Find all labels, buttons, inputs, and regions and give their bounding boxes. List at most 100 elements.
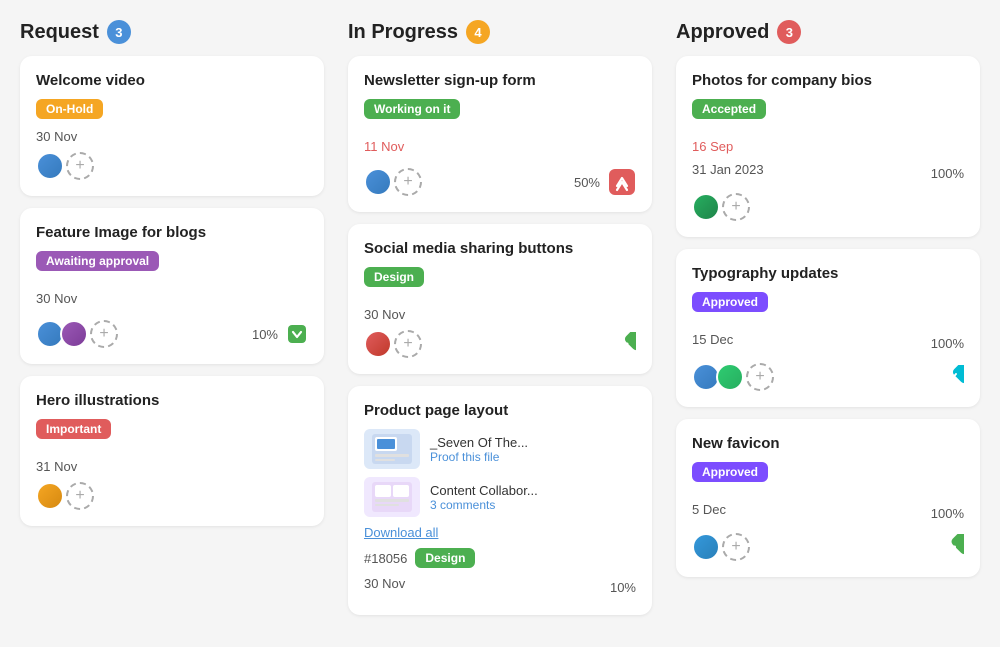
tag-important: Important <box>36 419 111 439</box>
card-date: 30 Nov <box>36 291 308 306</box>
card-date: 30 Nov <box>364 307 636 322</box>
card-footer: 30 Nov 10% <box>364 576 636 599</box>
card-title: Product page layout <box>364 402 636 419</box>
card-date: 30 Nov <box>36 129 308 144</box>
thumb-image <box>372 482 412 512</box>
avatar-group: + <box>692 363 774 391</box>
add-avatar-button[interactable]: + <box>394 168 422 196</box>
avatar-group: + <box>364 330 422 358</box>
percent: 50% <box>574 175 600 190</box>
avatar-group: + <box>36 482 94 510</box>
comments-link[interactable]: 3 comments <box>430 498 636 512</box>
diamond-dots-icon <box>612 332 636 356</box>
column-approved: Approved 3 Photos for company bios Accep… <box>676 20 980 627</box>
avatar <box>60 320 88 348</box>
card-date: 31 Nov <box>36 459 308 474</box>
add-avatar-button[interactable]: + <box>90 320 118 348</box>
column-header-in-progress: In Progress 4 <box>348 20 652 44</box>
add-avatar-button[interactable]: + <box>746 363 774 391</box>
card-typography: Typography updates Approved 15 Dec 100% … <box>676 249 980 407</box>
column-title-request: Request <box>20 21 99 44</box>
card-footer-inner: + 10% <box>36 320 308 348</box>
thumb-image <box>372 434 412 464</box>
avatar <box>364 168 392 196</box>
card-date: 5 Dec <box>692 502 726 517</box>
card-date: 30 Nov <box>364 576 405 591</box>
download-all-link[interactable]: Download all <box>364 525 636 540</box>
card-date: 15 Dec <box>692 332 733 347</box>
tag-working: Working on it <box>364 99 460 119</box>
card-welcome-video: Welcome video On-Hold 30 Nov + <box>20 56 324 196</box>
card-footer: + <box>36 482 308 510</box>
attachment-item: _Seven Of The... Proof this file <box>364 429 636 469</box>
card-photos-company: Photos for company bios Accepted 16 Sep … <box>676 56 980 237</box>
card-title: Newsletter sign-up form <box>364 72 636 89</box>
card-title: Welcome video <box>36 72 308 89</box>
attachment-name: Content Collabor... <box>430 483 636 498</box>
card-date-red: 16 Sep <box>692 139 964 154</box>
card-title: Hero illustrations <box>36 392 308 409</box>
add-avatar-button[interactable]: + <box>722 193 750 221</box>
avatar <box>716 363 744 391</box>
column-in-progress: In Progress 4 Newsletter sign-up form Wo… <box>348 20 652 627</box>
add-avatar-button[interactable]: + <box>722 533 750 561</box>
column-request: Request 3 Welcome video On-Hold 30 Nov +… <box>20 20 324 627</box>
tag-awaiting: Awaiting approval <box>36 251 159 271</box>
card-footer: + <box>36 152 308 180</box>
column-header-approved: Approved 3 <box>676 20 980 44</box>
date-percent-row: 5 Dec 100% <box>692 502 964 525</box>
tag-onhold: On-Hold <box>36 99 103 119</box>
diamond-dots-icon-2 <box>938 534 964 560</box>
add-avatar-button[interactable]: + <box>394 330 422 358</box>
avatar-group: + <box>692 193 750 221</box>
percent: 10% <box>252 327 278 342</box>
badge-request: 3 <box>107 20 131 44</box>
date-percent-row: 15 Dec 100% <box>692 332 964 355</box>
attachment-thumb <box>364 477 420 517</box>
add-avatar-button[interactable]: + <box>66 482 94 510</box>
arrow-up-icon <box>608 168 636 196</box>
avatar-group: + <box>36 320 118 348</box>
card-date-2: 31 Jan 2023 <box>692 162 764 177</box>
card-footer: 30 Nov + 10% <box>36 291 308 348</box>
card-date: 11 Nov <box>364 139 636 154</box>
card-product-page: Product page layout _Seven Of The... Pro… <box>348 386 652 615</box>
tag-design-2: Design <box>415 548 475 568</box>
chevron-down-icon <box>286 323 308 345</box>
tag-approved: Approved <box>692 292 768 312</box>
card-id-row: #18056 Design <box>364 548 636 568</box>
tag-design: Design <box>364 267 424 287</box>
avatar-group: + <box>364 168 422 196</box>
avatar <box>692 533 720 561</box>
tag-accepted: Accepted <box>692 99 766 119</box>
card-title: Photos for company bios <box>692 72 964 89</box>
tag-approved-2: Approved <box>692 462 768 482</box>
add-avatar-button[interactable]: + <box>66 152 94 180</box>
card-footer: + <box>364 330 636 358</box>
column-header-request: Request 3 <box>20 20 324 44</box>
column-title-in-progress: In Progress <box>348 21 458 44</box>
badge-in-progress: 4 <box>466 20 490 44</box>
percent: 10% <box>610 580 636 595</box>
card-hero-illustrations: Hero illustrations Important 31 Nov + <box>20 376 324 526</box>
card-social-media: Social media sharing buttons Design 30 N… <box>348 224 652 374</box>
avatar <box>36 482 64 510</box>
card-footer: + <box>692 363 964 391</box>
attachment-item: Content Collabor... 3 comments <box>364 477 636 517</box>
card-feature-image: Feature Image for blogs Awaiting approva… <box>20 208 324 364</box>
kanban-board: Request 3 Welcome video On-Hold 30 Nov +… <box>20 20 980 627</box>
avatar <box>36 152 64 180</box>
attachment-thumb <box>364 429 420 469</box>
card-title: Typography updates <box>692 265 964 282</box>
check-diamond-icon <box>940 365 964 389</box>
percent: 100% <box>931 506 964 521</box>
column-title-approved: Approved <box>676 21 769 44</box>
card-footer: 11 Nov + 50% <box>364 139 636 196</box>
date-percent-row: 31 Jan 2023 100% <box>692 162 964 185</box>
card-title: New favicon <box>692 435 964 452</box>
proof-link[interactable]: Proof this file <box>430 450 636 464</box>
card-title: Feature Image for blogs <box>36 224 308 241</box>
attachment-info: _Seven Of The... Proof this file <box>430 435 636 464</box>
percent: 100% <box>931 166 964 181</box>
attachment-info: Content Collabor... 3 comments <box>430 483 636 512</box>
